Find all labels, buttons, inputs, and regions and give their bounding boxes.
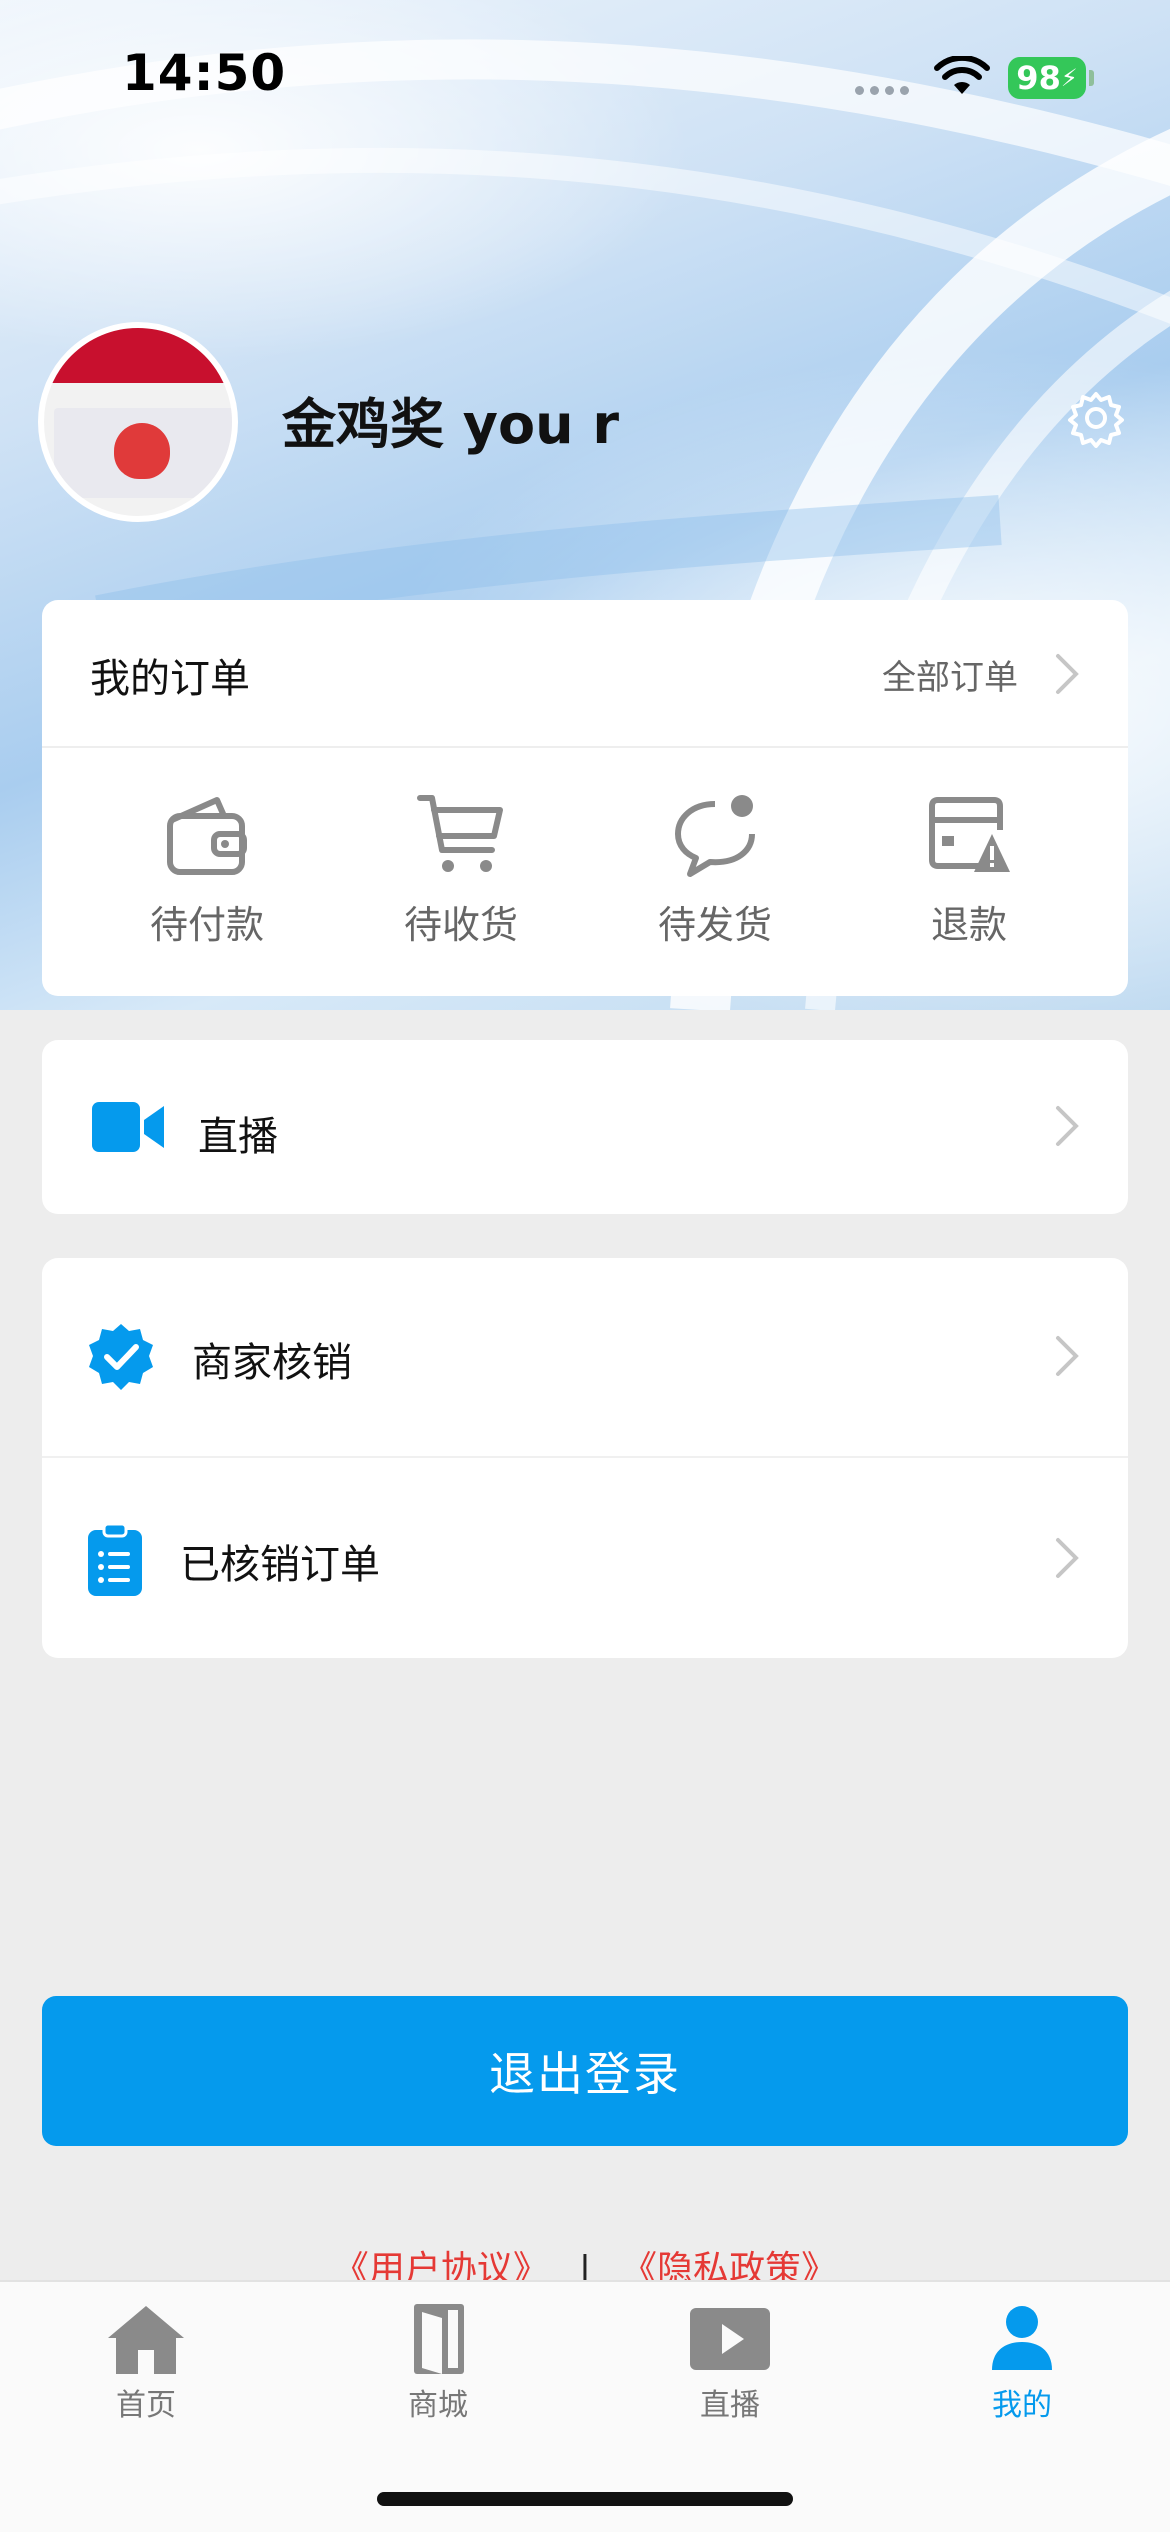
order-pending-payment[interactable]: 待付款 — [80, 790, 334, 949]
wifi-icon — [934, 56, 990, 94]
chevron-right-icon — [1056, 1336, 1079, 1376]
settings-gear-icon[interactable] — [1066, 388, 1126, 448]
wallet-icon — [167, 797, 247, 875]
orders-title: 我的订单 — [90, 656, 250, 702]
cart-icon — [417, 795, 503, 872]
battery-indicator: 98 ⚡ — [1008, 57, 1086, 99]
merchant-verify-label: 商家核销 — [192, 1340, 352, 1386]
chevron-right-icon — [1056, 654, 1079, 694]
username: 金鸡奖 you r — [282, 393, 619, 456]
battery-tip — [1089, 70, 1094, 86]
home-icon — [108, 2306, 184, 2374]
clipboard-list-icon — [88, 1524, 142, 1596]
tab-live[interactable]: 直播 — [630, 2302, 830, 2424]
tab-home[interactable]: 首页 — [46, 2302, 246, 2424]
live-menu-item[interactable]: 直播 — [42, 1040, 1128, 1214]
orders-card: 我的订单 全部订单 待付款 待收货 待发货 退款 — [42, 600, 1128, 996]
door-icon — [414, 2304, 464, 2374]
verification-card: 商家核销 已核销订单 — [42, 1258, 1128, 1658]
home-indicator — [377, 2492, 793, 2506]
orders-header[interactable]: 我的订单 全部订单 — [42, 600, 1128, 748]
live-label: 直播 — [198, 1114, 278, 1160]
user-icon — [992, 2306, 1052, 2370]
play-icon — [690, 2308, 770, 2370]
verified-orders-item[interactable]: 已核销订单 — [42, 1458, 1128, 1658]
order-pending-shipment-label: 待发货 — [657, 903, 772, 947]
tab-mall[interactable]: 商城 — [338, 2302, 538, 2424]
tab-mine-label: 我的 — [992, 2388, 1052, 2423]
order-pending-payment-label: 待付款 — [149, 903, 264, 947]
all-orders-link[interactable]: 全部订单 — [882, 650, 1018, 699]
avatar[interactable] — [38, 322, 238, 522]
chat-bubble-icon — [675, 795, 755, 877]
tab-mall-label: 商城 — [408, 2388, 468, 2423]
video-camera-icon — [92, 1102, 164, 1152]
logout-button[interactable]: 退出登录 — [42, 1996, 1128, 2146]
tab-live-label: 直播 — [700, 2388, 760, 2423]
order-pending-shipment[interactable]: 待发货 — [588, 790, 842, 949]
verified-orders-label: 已核销订单 — [180, 1542, 380, 1588]
chevron-right-icon — [1056, 1538, 1079, 1578]
cellular-signal-icon — [855, 86, 909, 95]
status-time: 14:50 — [122, 44, 287, 102]
order-refund[interactable]: 退款 — [842, 790, 1096, 949]
order-refund-label: 退款 — [930, 903, 1007, 947]
order-pending-receipt[interactable]: 待收货 — [334, 790, 588, 949]
tab-mine[interactable]: 我的 — [922, 2302, 1122, 2424]
merchant-verify-item[interactable]: 商家核销 — [42, 1258, 1128, 1456]
tab-home-label: 首页 — [116, 2388, 176, 2423]
chevron-right-icon — [1056, 1106, 1079, 1146]
verified-badge-icon — [89, 1324, 153, 1390]
order-pending-receipt-label: 待收货 — [403, 903, 518, 947]
refund-card-icon — [929, 797, 1010, 872]
